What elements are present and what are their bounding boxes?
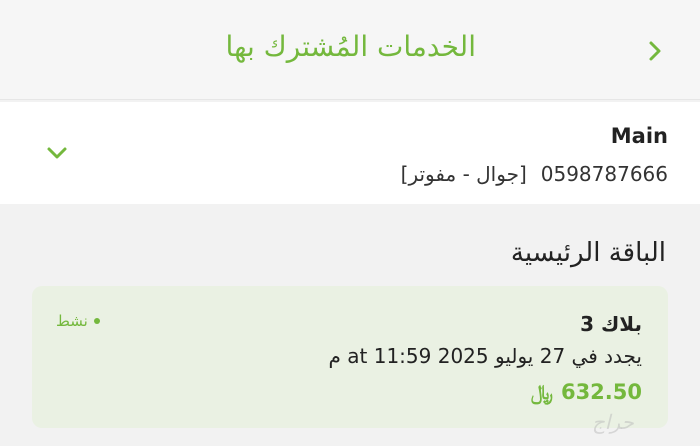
status-dot-icon — [93, 318, 100, 324]
plan-card[interactable]: بلاك 3 يجدد في 27 يوليو 2025 at 11:59 م … — [32, 286, 668, 428]
account-type: [جوال - مفوتر] — [400, 162, 527, 186]
section-title: الباقة الرئيسية — [510, 238, 666, 268]
plan-renewal-date: يجدد في 27 يوليو 2025 at 11:59 م — [328, 344, 642, 368]
plan-price: ﷼ 632.50 — [531, 380, 642, 404]
account-card[interactable]: Main [جوال - مفوتر] 0598787666 — [0, 102, 700, 204]
status-badge: نشط — [56, 312, 100, 330]
account-number: 0598787666 — [540, 162, 668, 186]
status-label: نشط — [56, 312, 88, 330]
header-bar: الخدمات المُشترك بها — [0, 0, 700, 100]
page-title: الخدمات المُشترك بها — [225, 30, 476, 63]
saudi-riyal-icon: ﷼ — [530, 380, 553, 404]
plan-price-value: 632.50 — [560, 380, 642, 404]
account-name: Main — [610, 124, 668, 148]
chevron-right-icon[interactable] — [648, 40, 662, 62]
plan-name: بلاك 3 — [580, 312, 642, 336]
chevron-down-icon[interactable] — [46, 146, 68, 160]
account-details: [جوال - مفوتر] 0598787666 — [401, 162, 668, 186]
watermark-logo: حراج — [592, 410, 634, 434]
